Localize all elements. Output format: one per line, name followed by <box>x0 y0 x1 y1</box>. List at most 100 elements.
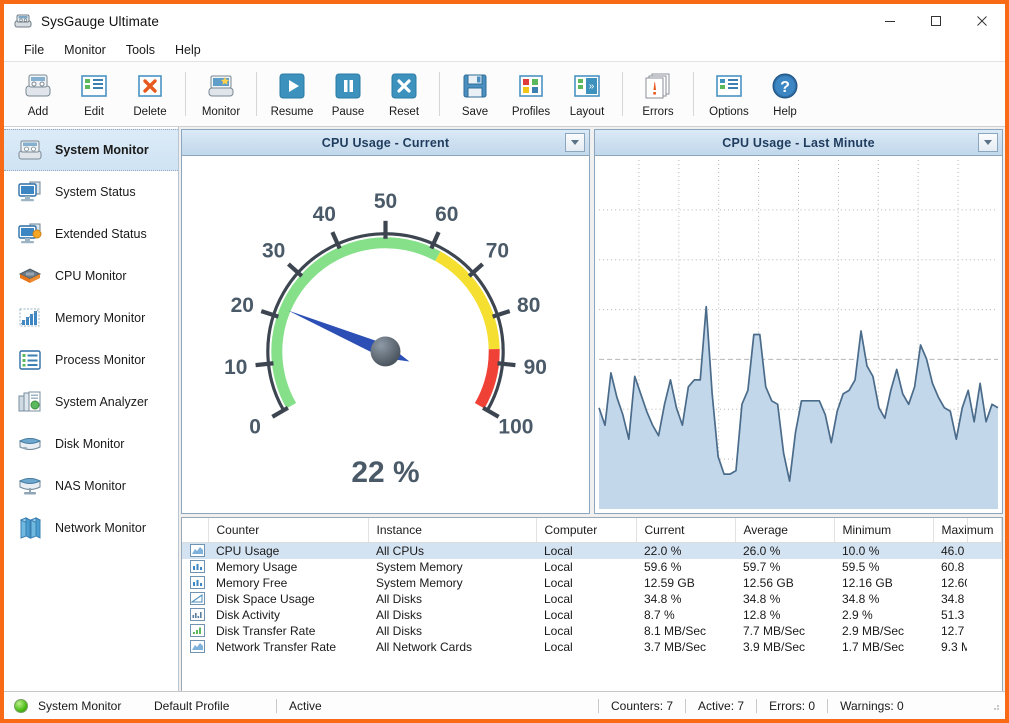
table-cell-computer: Local <box>536 623 636 639</box>
floppy-save-icon <box>459 70 491 102</box>
toolbar-reset-button[interactable]: Reset <box>376 65 432 123</box>
process-list-icon <box>16 347 44 373</box>
status-active: Active: 7 <box>685 699 744 713</box>
toolbar-button-label: Add <box>28 106 48 118</box>
sidebar-item-system-monitor[interactable]: System Monitor <box>4 129 178 171</box>
table-row[interactable]: Disk ActivityAll DisksLocal8.7 %12.8 %2.… <box>182 607 1002 623</box>
content-area: CPU Usage - Current 01020304050607080901… <box>179 127 1005 691</box>
toolbar-save-button[interactable]: Save <box>447 65 503 123</box>
counter-area-icon <box>182 639 208 655</box>
status-warnings: Warnings: 0 <box>827 699 904 713</box>
chevron-down-icon <box>570 139 580 146</box>
resize-grip-icon[interactable] <box>989 700 1001 712</box>
sidebar-item-memory-monitor[interactable]: Memory Monitor <box>4 297 178 339</box>
table-row[interactable]: Disk Transfer RateAll DisksLocal8.1 MB/S… <box>182 623 1002 639</box>
table-row[interactable]: CPU UsageAll CPUsLocal22.0 %26.0 %10.0 %… <box>182 543 1002 560</box>
table-cell-current: 12.59 GB <box>636 575 735 591</box>
toolbar-button-label: Layout <box>570 106 605 118</box>
menu-tools[interactable]: Tools <box>117 41 164 59</box>
table-cell-instance: System Memory <box>368 559 536 575</box>
sidebar-item-system-analyzer[interactable]: System Analyzer <box>4 381 178 423</box>
toolbar-profiles-button[interactable]: Profiles <box>503 65 559 123</box>
layout-icon: » <box>571 70 603 102</box>
status-mode: System Monitor <box>28 699 144 713</box>
table-cell-instance: All Disks <box>368 623 536 639</box>
toolbar-delete-button[interactable]: Delete <box>122 65 178 123</box>
close-button[interactable] <box>959 4 1005 38</box>
application-window: SysGauge Ultimate File Monitor Tools Hel… <box>4 4 1005 719</box>
sidebar-item-network-monitor[interactable]: Network Monitor <box>4 507 178 549</box>
toolbar-layout-button[interactable]: » Layout <box>559 65 615 123</box>
window-title: SysGauge Ultimate <box>41 14 159 29</box>
table-cell-average: 34.8 % <box>735 591 834 607</box>
panels-row: CPU Usage - Current 01020304050607080901… <box>181 129 1003 514</box>
table-cell-computer: Local <box>536 575 636 591</box>
toolbar-button-label: Options <box>709 106 749 118</box>
gauge-panel: CPU Usage - Current 01020304050607080901… <box>181 129 590 514</box>
toolbar-edit-button[interactable]: Edit <box>66 65 122 123</box>
table-row[interactable]: Disk Space UsageAll DisksLocal34.8 %34.8… <box>182 591 1002 607</box>
toolbar-separator <box>693 72 694 116</box>
menu-help[interactable]: Help <box>166 41 210 59</box>
sidebar-item-disk-monitor[interactable]: Disk Monitor <box>4 423 178 465</box>
menu-file[interactable]: File <box>15 41 53 59</box>
table-cell-current: 3.7 MB/Sec <box>636 639 735 655</box>
toolbar-pause-button[interactable]: Pause <box>320 65 376 123</box>
table-cell-maximum: 12.60 GB <box>933 575 967 591</box>
table-column-header-average[interactable]: Average <box>735 518 834 543</box>
sidebar-item-cpu-monitor[interactable]: CPU Monitor <box>4 255 178 297</box>
table-cell-average: 7.7 MB/Sec <box>735 623 834 639</box>
table-column-header-minimum[interactable]: Minimum <box>834 518 933 543</box>
status-bar: System Monitor Default Profile Active Co… <box>4 691 1005 719</box>
toolbar-monitor-button[interactable]: Monitor <box>193 65 249 123</box>
toolbar-resume-button[interactable]: Resume <box>264 65 320 123</box>
sidebar-item-process-monitor[interactable]: Process Monitor <box>4 339 178 381</box>
table-row[interactable]: Network Transfer RateAll Network CardsLo… <box>182 639 1002 655</box>
play-icon <box>276 70 308 102</box>
table-header-row: CounterInstanceComputerCurrentAverageMin… <box>182 518 1002 543</box>
counter-bar-icon <box>182 559 208 575</box>
add-device-icon <box>22 70 54 102</box>
table-cell-maximum: 60.8 % <box>933 559 967 575</box>
table-cell-minimum: 59.5 % <box>834 559 933 575</box>
table-cell-current: 8.1 MB/Sec <box>636 623 735 639</box>
table-cell-average: 12.56 GB <box>735 575 834 591</box>
table-column-header-instance[interactable]: Instance <box>368 518 536 543</box>
sidebar-item-label: Process Monitor <box>55 353 145 367</box>
table-cell-minimum: 10.0 % <box>834 543 933 560</box>
toolbar-errors-button[interactable]: Errors <box>630 65 686 123</box>
network-servers-icon <box>16 515 44 541</box>
pause-icon <box>332 70 364 102</box>
gauge-panel-title: CPU Usage - Current <box>322 136 449 150</box>
minimize-button[interactable] <box>867 4 913 38</box>
toolbar-options-button[interactable]: Options <box>701 65 757 123</box>
svg-text:?: ? <box>780 79 790 96</box>
table-row[interactable]: Memory FreeSystem MemoryLocal12.59 GB12.… <box>182 575 1002 591</box>
toolbar-button-label: Resume <box>271 106 314 118</box>
table-cell-maximum: 9.3 MB/Sec <box>933 639 967 655</box>
options-list-icon <box>713 70 745 102</box>
maximize-button[interactable] <box>913 4 959 38</box>
sidebar-item-extended-status[interactable]: Extended Status <box>4 213 178 255</box>
sidebar-item-system-status[interactable]: System Status <box>4 171 178 213</box>
counters-table-container[interactable]: CounterInstanceComputerCurrentAverageMin… <box>181 517 1003 691</box>
menu-monitor[interactable]: Monitor <box>55 41 115 59</box>
chart-panel: CPU Usage - Last Minute <box>594 129 1003 514</box>
table-cell-counter: Disk Activity <box>208 607 368 623</box>
cpu-usage-gauge: 010203040506070809010022 % <box>182 156 589 513</box>
system-status-icon <box>16 179 44 205</box>
extended-status-icon <box>16 221 44 247</box>
table-column-header-current[interactable]: Current <box>636 518 735 543</box>
toolbar-help-button[interactable]: ?Help <box>757 65 813 123</box>
table-row[interactable]: Memory UsageSystem MemoryLocal59.6 %59.7… <box>182 559 1002 575</box>
gauge-panel-dropdown-button[interactable] <box>565 133 585 152</box>
table-column-header-maximum[interactable]: Maximum <box>933 518 967 543</box>
table-column-header-counter[interactable]: Counter <box>208 518 368 543</box>
sidebar-item-nas-monitor[interactable]: NAS Monitor <box>4 465 178 507</box>
table-cell-instance: All CPUs <box>368 543 536 560</box>
chart-panel-dropdown-button[interactable] <box>978 133 998 152</box>
sidebar-item-label: System Status <box>55 185 136 199</box>
table-column-icon <box>182 518 208 543</box>
table-column-header-computer[interactable]: Computer <box>536 518 636 543</box>
toolbar-add-button[interactable]: Add <box>10 65 66 123</box>
